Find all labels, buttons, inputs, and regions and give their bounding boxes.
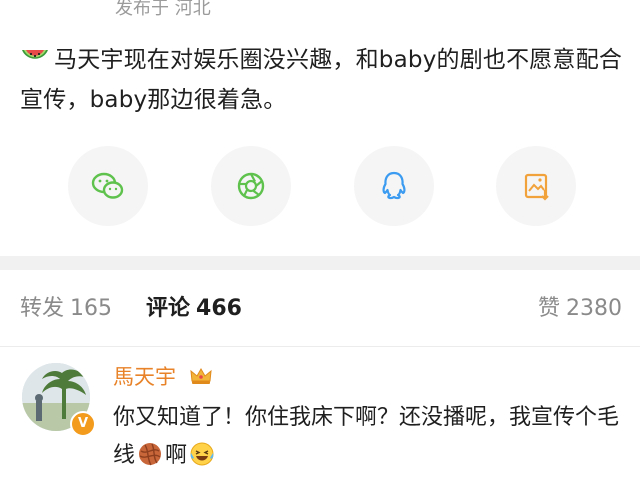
tab-repost-label: 转发 — [20, 296, 65, 321]
comment-text: 你又知道了！你住我床下啊？还没播呢，我宣传个毛线 啊 — [113, 399, 625, 475]
tab-repost[interactable]: 转发 165 — [20, 292, 112, 326]
moments-icon — [237, 172, 265, 200]
tab-comments[interactable]: 评论 466 — [146, 292, 242, 326]
wechat-icon — [91, 172, 124, 199]
verified-badge: V — [70, 411, 96, 437]
comment-text-part2: 啊 — [165, 443, 188, 468]
share-moments-button[interactable] — [211, 146, 291, 226]
tab-repost-count: 165 — [70, 296, 113, 321]
share-save-image-button[interactable] — [496, 146, 576, 226]
watermelon-icon — [22, 50, 48, 59]
share-bar — [0, 146, 640, 232]
share-wechat-button[interactable] — [68, 146, 148, 226]
weibo-post-page: 发布于 河北 马天宇现在对娱乐圈没兴趣，和baby的剧也不愿意配合宣传，baby… — [0, 0, 640, 477]
comment-item: V 馬天宇 你又知道了！你住我床下啊？还没播呢，我宣传个毛线 啊 — [0, 347, 640, 477]
comment-username-row[interactable]: 馬天宇 — [113, 361, 213, 393]
post-body: 马天宇现在对娱乐圈没兴趣，和baby的剧也不愿意配合宣传，baby那边很着急。 — [20, 40, 625, 120]
tab-likes-label: 赞 — [537, 296, 560, 321]
share-qq-button[interactable] — [354, 146, 434, 226]
interaction-tabs: 转发 165 评论 466 赞 2380 — [0, 270, 640, 347]
post-text: 马天宇现在对娱乐圈没兴趣，和baby的剧也不愿意配合宣传，baby那边很着急。 — [20, 47, 623, 113]
tab-comments-label: 评论 — [146, 296, 191, 321]
post-location-meta: 发布于 河北 — [115, 0, 211, 19]
section-divider — [0, 256, 640, 270]
qq-icon — [382, 171, 406, 200]
laughing-tears-icon — [190, 442, 214, 466]
yarn-ball-icon — [139, 443, 162, 466]
tab-likes-count: 2380 — [566, 296, 622, 321]
tab-comments-count: 466 — [196, 296, 242, 321]
save-image-icon — [524, 173, 549, 201]
crown-icon — [190, 367, 212, 384]
comment-username[interactable]: 馬天宇 — [113, 365, 176, 389]
tab-likes[interactable]: 赞 2380 — [538, 292, 622, 326]
